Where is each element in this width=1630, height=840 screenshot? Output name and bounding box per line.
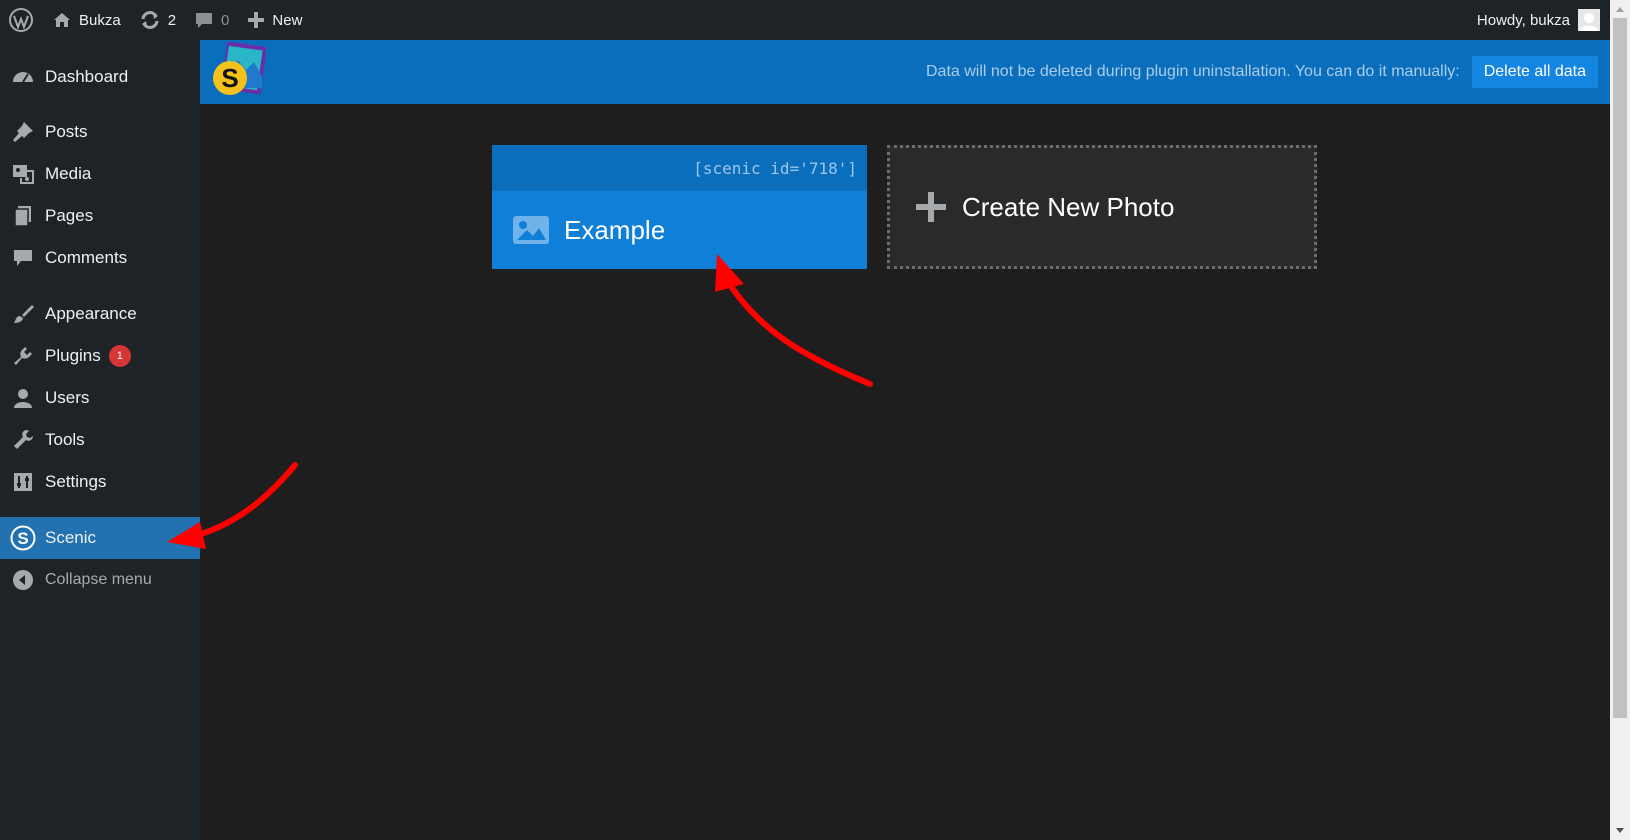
updates-count: 2 — [167, 11, 177, 29]
card-body[interactable]: Example — [492, 191, 867, 269]
comment-icon — [10, 245, 36, 271]
create-new-label: Create New Photo — [962, 191, 1175, 222]
wrench-icon — [10, 427, 36, 453]
sidebar-item-label: Comments — [45, 248, 128, 267]
comment-icon — [196, 13, 213, 28]
annotation-arrows — [167, 254, 873, 549]
active-indicator — [192, 530, 200, 546]
sliders-icon — [10, 469, 36, 495]
sidebar-item-label: Appearance — [45, 304, 137, 323]
sidebar-item-dashboard[interactable]: Dashboard — [0, 56, 200, 98]
plug-icon — [10, 343, 36, 369]
pages-icon — [10, 203, 36, 229]
scenic-logo: S — [208, 41, 268, 98]
delete-all-data-button[interactable]: Delete all data — [1471, 56, 1598, 88]
media-icon — [10, 161, 36, 187]
sidebar-item-label: Collapse menu — [45, 571, 152, 588]
scroll-down-arrow[interactable] — [1610, 822, 1630, 840]
sidebar-item-label: Plugins — [45, 346, 101, 365]
sidebar-item-label: Scenic — [45, 528, 97, 547]
refresh-icon — [141, 11, 159, 29]
sidebar-item-label: Tools — [45, 430, 85, 449]
sidebar-item-label: Media — [45, 164, 92, 183]
new-label: New — [272, 11, 303, 29]
card-title: Example — [564, 214, 666, 245]
wp-logo-button[interactable] — [0, 0, 43, 40]
my-account[interactable]: Howdy, bukza — [1477, 0, 1610, 40]
svg-text:S: S — [17, 529, 28, 548]
sidebar-item-posts[interactable]: Posts — [0, 111, 200, 153]
greeting: Howdy, bukza — [1476, 11, 1570, 29]
plus-icon — [916, 192, 946, 222]
site-name: Bukza — [79, 11, 121, 29]
brush-icon — [10, 301, 36, 327]
sidebar-item-label: Pages — [45, 206, 94, 225]
scroll-thumb[interactable] — [1613, 18, 1627, 718]
sidebar-item-pages[interactable]: Pages — [0, 195, 200, 237]
sidebar-item-label: Settings — [45, 472, 107, 491]
sidebar-item-label: Dashboard — [45, 67, 129, 86]
user-icon — [10, 385, 36, 411]
comments-link[interactable]: 0 — [185, 0, 238, 40]
sidebar-item-appearance[interactable]: Appearance — [0, 293, 200, 335]
sidebar-item-settings[interactable]: Settings — [0, 461, 200, 503]
sidebar-item-tools[interactable]: Tools — [0, 419, 200, 461]
sidebar-item-comments[interactable]: Comments — [0, 237, 200, 279]
admin-sidebar: Dashboard Posts Media Pages Comments App… — [0, 40, 200, 840]
scroll-up-arrow[interactable] — [1610, 0, 1630, 18]
admin-bar: Bukza 2 0 New Howdy, bukza — [0, 0, 1610, 40]
avatar — [1578, 9, 1600, 31]
create-new-photo-button[interactable]: Create New Photo — [887, 145, 1317, 269]
collapse-icon — [10, 567, 36, 593]
page-scrollbar[interactable] — [1610, 0, 1630, 840]
card-header: [scenic id='718'] — [492, 145, 867, 191]
site-name-link[interactable]: Bukza — [43, 0, 130, 40]
sidebar-item-label: Users — [45, 388, 90, 407]
svg-text:S: S — [221, 63, 238, 93]
image-icon — [513, 216, 549, 244]
shortcode-text[interactable]: [scenic id='718'] — [693, 159, 857, 178]
home-icon — [54, 13, 70, 27]
sidebar-item-label: Posts — [45, 122, 88, 141]
new-content-link[interactable]: New — [238, 0, 311, 40]
photo-card-example[interactable]: [scenic id='718'] Example — [492, 145, 867, 269]
sidebar-item-plugins[interactable]: Plugins 1 — [0, 335, 200, 377]
plugin-header: S Data will not be deleted during plugin… — [200, 40, 1610, 104]
pin-icon — [10, 119, 36, 145]
arrow-to-example-card — [715, 254, 873, 387]
sidebar-item-users[interactable]: Users — [0, 377, 200, 419]
uninstall-notice: Data will not be deleted during plugin u… — [926, 56, 1610, 88]
scenic-icon: S — [10, 525, 36, 551]
comments-count: 0 — [221, 11, 230, 29]
plus-icon — [248, 12, 265, 28]
sidebar-item-scenic[interactable]: S Scenic — [0, 517, 200, 559]
plugins-update-badge: 1 — [108, 345, 131, 367]
wordpress-icon — [9, 8, 33, 32]
dashboard-icon — [10, 64, 36, 90]
notice-text: Data will not be deleted during plugin u… — [926, 63, 1460, 80]
collapse-menu-button[interactable]: Collapse menu — [0, 559, 200, 601]
sidebar-item-media[interactable]: Media — [0, 153, 200, 195]
updates-link[interactable]: 2 — [130, 0, 185, 40]
